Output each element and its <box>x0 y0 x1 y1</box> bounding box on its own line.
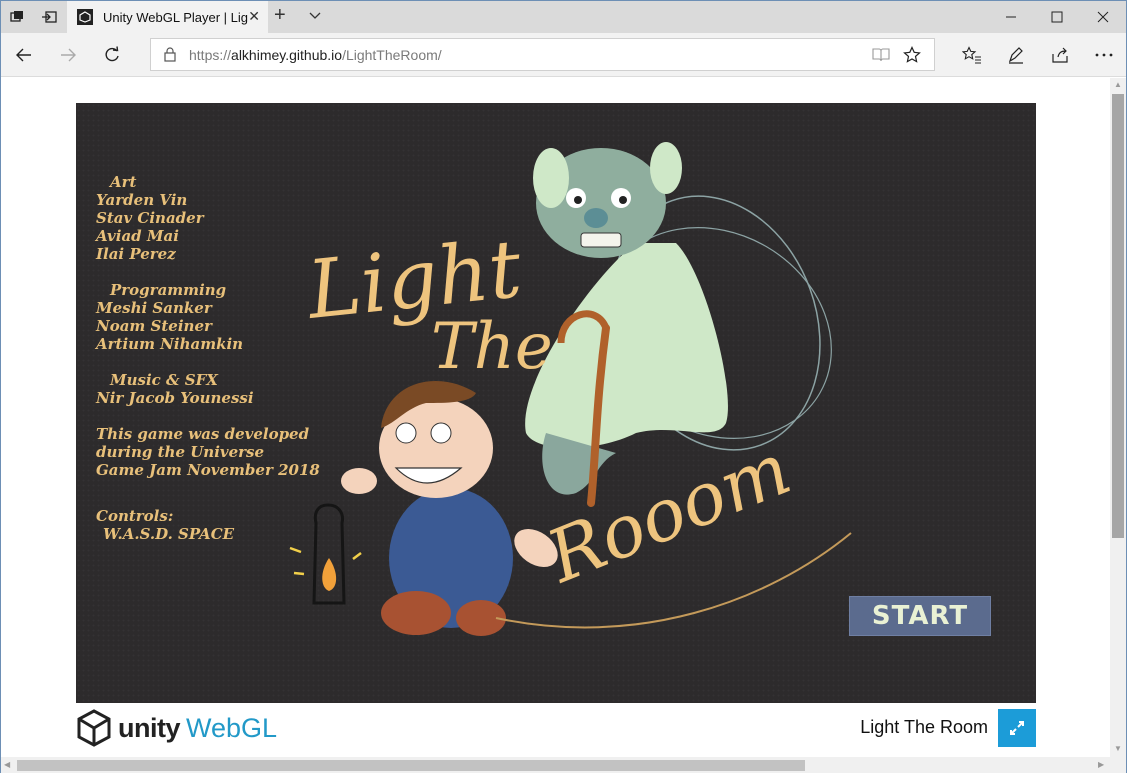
pen-notes-icon[interactable] <box>1000 39 1032 71</box>
jam-note-line: during the Universe <box>96 443 265 461</box>
browser-window: Unity WebGL Player | Light The Room ✕ + <box>0 0 1127 773</box>
tab-title: Unity WebGL Player | Light The Room <box>103 9 248 25</box>
scroll-right-icon[interactable]: ▶ <box>1098 760 1104 769</box>
refresh-icon[interactable] <box>96 39 128 71</box>
scroll-down-icon[interactable]: ▼ <box>1114 744 1122 753</box>
horizontal-scrollbar[interactable]: ◀ ▶ <box>1 757 1110 773</box>
boy-eye <box>395 422 417 444</box>
title-word: The <box>431 310 553 384</box>
ghost-teeth <box>580 232 622 248</box>
favorite-star-icon[interactable] <box>901 44 923 66</box>
credits-name: Meshi Sanker <box>96 299 212 317</box>
credits-name: Yarden Vin <box>96 191 188 209</box>
credits-name: Ilai Perez <box>96 245 176 263</box>
horizontal-scroll-thumb[interactable] <box>17 760 805 771</box>
ghost-nose <box>584 208 608 228</box>
footer-game-title: Light The Room <box>860 717 988 737</box>
tab-active[interactable]: Unity WebGL Player | Light The Room ✕ <box>67 1 268 33</box>
reading-view-icon[interactable] <box>870 44 892 66</box>
ghost-pupil <box>619 196 627 204</box>
webgl-wordmark: WebGL <box>186 712 278 743</box>
credits-heading: Art <box>110 173 137 191</box>
forward-icon[interactable] <box>52 39 84 71</box>
page-content: Light The Rooom Art Yarden Vin Stav Cina… <box>1 78 1110 757</box>
credits-name: Nir Jacob Younessi <box>96 389 254 407</box>
unity-webgl-logo: unity WebGL <box>76 708 277 748</box>
url-host: alkhimey.github.io <box>231 47 343 63</box>
address-bar[interactable]: https://alkhimey.github.io/LightTheRoom/ <box>150 38 935 71</box>
new-tab-icon[interactable]: + <box>274 4 286 27</box>
vertical-scroll-thumb[interactable] <box>1112 94 1124 538</box>
unity-cube-icon <box>77 709 111 747</box>
credits-panel: Art Yarden Vin Stav Cinader Aviad Mai Il… <box>96 173 320 543</box>
url-path: /LightTheRoom/ <box>342 47 442 63</box>
lantern-flame <box>322 558 337 591</box>
favorites-hub-icon[interactable] <box>956 39 988 71</box>
scroll-left-icon[interactable]: ◀ <box>4 760 10 769</box>
scroll-up-icon[interactable]: ▲ <box>1114 80 1122 89</box>
set-aside-tabs-icon[interactable] <box>33 1 65 33</box>
credits-name: Stav Cinader <box>96 209 204 227</box>
credits-name: Aviad Mai <box>96 227 179 245</box>
boy-hand <box>341 468 377 494</box>
controls-keys: W.A.S.D. SPACE <box>103 525 235 543</box>
url-text: https://alkhimey.github.io/LightTheRoom/ <box>189 47 442 63</box>
credits-heading: Programming <box>110 281 227 299</box>
fullscreen-icon <box>1010 721 1024 735</box>
ghost-body <box>525 243 728 448</box>
tab-actions-icon[interactable] <box>1 1 33 33</box>
chevron-down-icon[interactable] <box>307 7 323 28</box>
lock-icon <box>164 47 176 67</box>
fullscreen-button[interactable] <box>998 709 1036 747</box>
jam-note-line: Game Jam November 2018 <box>96 461 320 479</box>
close-window-icon[interactable] <box>1080 1 1126 33</box>
back-icon[interactable] <box>8 39 40 71</box>
more-options-icon[interactable] <box>1088 39 1120 71</box>
unity-game-canvas[interactable]: Light The Rooom Art Yarden Vin Stav Cina… <box>76 103 1036 703</box>
jam-note-line: This game was developed <box>96 425 310 443</box>
boy-foot <box>381 591 451 635</box>
controls-label: Controls: <box>96 507 174 525</box>
unity-favicon-icon <box>77 9 93 25</box>
navigation-bar: https://alkhimey.github.io/LightTheRoom/ <box>1 33 1126 77</box>
close-tab-icon[interactable]: ✕ <box>248 8 260 25</box>
tab-bar: Unity WebGL Player | Light The Room ✕ + <box>1 1 1126 33</box>
ghost-ear <box>650 142 682 194</box>
unity-footer: unity WebGL Light The Room <box>76 708 1036 748</box>
vertical-scrollbar[interactable]: ▲ ▼ <box>1110 78 1126 757</box>
ghost-pupil <box>574 196 582 204</box>
boy-eye <box>430 422 452 444</box>
unity-wordmark: unity <box>118 712 181 743</box>
credits-name: Noam Steiner <box>96 317 212 335</box>
maximize-icon[interactable] <box>1034 1 1080 33</box>
ghost-ear <box>533 148 569 208</box>
credits-name: Artium Nihamkin <box>96 335 244 353</box>
minimize-icon[interactable] <box>988 1 1034 33</box>
scrollbar-corner <box>1110 757 1126 773</box>
url-protocol: https:// <box>189 47 232 63</box>
credits-heading: Music & SFX <box>110 371 218 389</box>
share-icon[interactable] <box>1044 39 1076 71</box>
start-button[interactable]: START <box>849 596 991 636</box>
